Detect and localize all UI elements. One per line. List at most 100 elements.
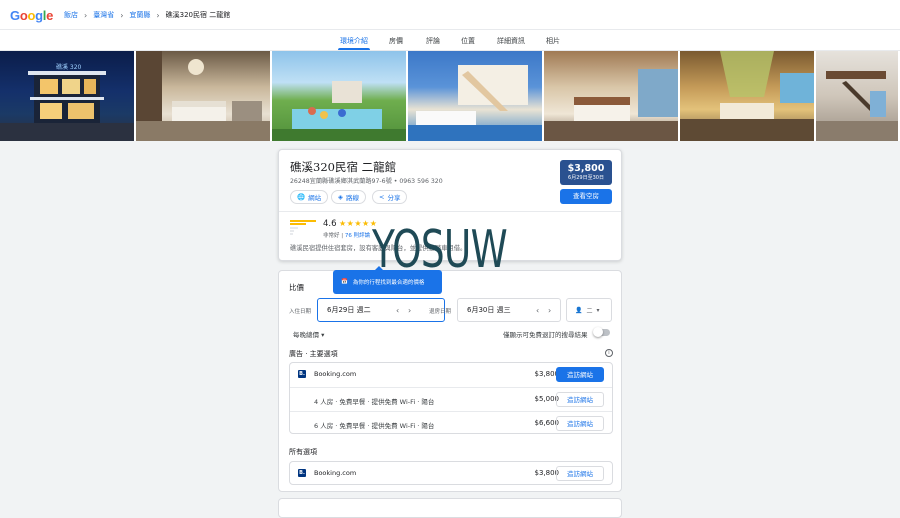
info-icon[interactable]: i [605,349,613,357]
featured-options-title: 廣告 · 主要選項 [289,350,338,358]
checkin-date-field[interactable]: 6月29日 週二 ‹ › [317,298,445,322]
building-image: 礁溪 320 [0,63,134,141]
price-mode-dropdown[interactable]: 每晚總價 ▾ [293,329,324,339]
share-label: 分享 [387,194,401,202]
review-count-link[interactable]: 76 則評論 [345,233,370,239]
chevron-right-icon: › [120,10,124,20]
all-options-title: 所有選項 [289,448,317,456]
divider [279,211,621,212]
booking-logo-icon: B. [298,370,306,378]
breadcrumb-province[interactable]: 臺灣省 [93,10,114,20]
bedroom-image [544,69,678,141]
chevron-right-icon[interactable]: › [408,306,411,315]
tab-details[interactable]: 詳細資訊 [497,36,525,46]
breadcrumb: 飯店 › 臺灣省 › 宜蘭縣 › 礁溪320民宿 二龍館 [64,10,230,20]
tab-photos[interactable]: 相片 [546,36,560,46]
visit-site-button[interactable]: 造訪網站 [556,416,604,431]
garden-image [272,81,406,141]
checkout-label: 退房日期 [429,309,452,315]
checkout-value: 6月30日 週三 [467,306,511,314]
tooltip-text: 為你的行程找到最合適的價格 [352,280,425,286]
price-mode-label: 每晚總價 [293,331,319,339]
rating-summary: 非常好 | 76 則評論 [323,233,371,239]
lead-price: $3,800 [567,163,605,174]
visit-site-button[interactable]: 造訪網站 [556,466,604,481]
section-tabs: 環境介紹 房價 評論 位置 詳細資訊 相片 [0,30,900,51]
breadcrumb-hotels[interactable]: 飯店 [64,10,78,20]
tab-location[interactable]: 位置 [461,36,475,46]
tab-prices[interactable]: 房價 [389,36,403,46]
breadcrumb-current: 礁溪320民宿 二龍館 [165,11,231,19]
loft-room-image [408,65,542,141]
hotel-name: 礁溪320民宿 二龍館 [290,160,397,174]
top-bar: Google 飯店 › 臺灣省 › 宜蘭縣 › 礁溪320民宿 二龍館 [0,0,900,30]
share-button[interactable]: < 分享 [372,190,408,204]
hotel-overview-card: 礁溪320民宿 二龍館 26248宜蘭縣礁溪鄉淇武蘭路97-6號 • 0963 … [278,149,622,261]
all-offers-list: B. Booking.com $3,800 造訪網站 [289,461,613,485]
rating-distribution [290,220,316,236]
offer-site: Booking.com [314,370,357,378]
offer-room-desc: 6 人房 · 免費早餐 · 提供免費 Wi-Fi · 陽台 [314,422,435,430]
offer-row[interactable]: B. Booking.com $3,800 造訪網站 [290,462,612,486]
tab-overview[interactable]: 環境介紹 [338,36,370,50]
directions-button[interactable]: ◈ 路線 [331,190,366,204]
globe-icon: 🌐 [297,193,306,201]
guests-value: 二 [586,307,593,315]
featured-offers-list: B. Booking.com $3,800 造訪網站 4 人房 · 免費早餐 ·… [289,362,613,434]
next-section-card [278,498,622,518]
hotel-description: 礁溪民宿提供住宿套房，設有客庭與陽台，並提供腳踏車租借。 [290,245,467,252]
booking-logo-icon: B. [298,469,306,477]
chevron-right-icon: › [156,10,160,20]
rating-stars: ★★★★★ [339,219,378,228]
photo-room-4[interactable] [680,51,814,141]
photo-room-3[interactable] [544,51,678,141]
calendar-icon: 📅 [341,279,348,285]
rating-score: 4.6 [323,219,337,229]
chevron-right-icon: › [84,10,88,20]
hotel-address: 26248宜蘭縣礁溪鄉淇武蘭路97-6號 • 0963 596 320 [290,178,443,185]
checkout-date-field[interactable]: 6月30日 週三 ‹ › [457,298,561,322]
offer-row[interactable]: B. Booking.com $3,800 造訪網站 [290,363,612,387]
website-button[interactable]: 🌐 網站 [290,190,329,204]
google-logo[interactable]: Google [10,8,53,23]
svg-text:礁溪 320: 礁溪 320 [56,63,82,71]
tooltip: 📅 為你的行程找到最合適的價格 [333,266,442,294]
rating-label: 非常好 [323,233,340,239]
directions-icon: ◈ [338,193,343,201]
guests-selector[interactable]: 👤 二 ▾ [566,298,612,322]
canopy-room-image [680,51,814,141]
price-box[interactable]: $3,800 6月29日至30日 [560,160,612,185]
free-cancel-label: 僅顯示可免費退訂的搜尋結果 [503,331,588,339]
chevron-right-icon[interactable]: › [548,306,551,315]
offer-row[interactable]: 6 人房 · 免費早餐 · 提供免費 Wi-Fi · 陽台 $6,600 造訪網… [290,411,612,435]
offer-row[interactable]: 4 人房 · 免費早餐 · 提供免費 Wi-Fi · 陽台 $5,000 造訪網… [290,387,612,411]
directions-label: 路線 [346,194,359,202]
chevron-left-icon[interactable]: ‹ [396,306,399,315]
checkin-value: 6月29日 週二 [327,306,371,314]
dropdown-icon: ▾ [321,331,325,339]
visit-site-button[interactable]: 造訪網站 [556,367,604,382]
price-dates: 6月29日至30日 [568,175,604,181]
photo-room-5[interactable] [816,51,898,141]
photo-garden-pool[interactable] [272,51,406,141]
photo-room-2[interactable] [408,51,542,141]
website-label: 網站 [308,194,322,202]
photo-room-1[interactable] [136,51,270,141]
person-icon: 👤 [575,306,583,314]
breadcrumb-county[interactable]: 宜蘭縣 [129,10,150,20]
offer-site: Booking.com [314,469,357,477]
chevron-left-icon[interactable]: ‹ [536,306,539,315]
offer-room-desc: 4 人房 · 免費早餐 · 提供免費 Wi-Fi · 陽台 [314,398,435,406]
price-comparison-card: 比價 📅 為你的行程找到最合適的價格 入住日期 6月29日 週二 ‹ › 退房日… [278,266,622,492]
free-cancel-toggle[interactable] [593,327,610,337]
room-image [136,51,270,141]
stair-room-image [816,71,898,141]
check-availability-button[interactable]: 查看空房 [560,189,612,204]
share-icon: < [379,193,385,201]
dropdown-icon: ▾ [596,306,600,314]
tab-reviews[interactable]: 評論 [426,36,440,46]
checkin-label: 入住日期 [289,309,312,315]
visit-site-button[interactable]: 造訪網站 [556,392,604,407]
photo-gallery: 礁溪 320 [0,51,900,141]
photo-exterior-night[interactable]: 礁溪 320 [0,51,134,141]
